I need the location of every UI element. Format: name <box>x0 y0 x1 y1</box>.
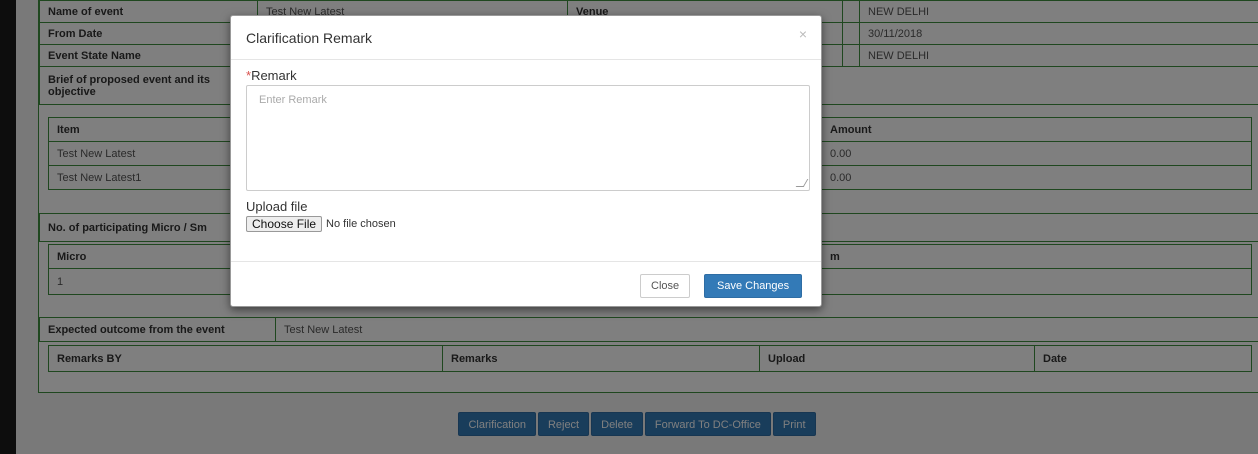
modal-footer: Close Save Changes <box>231 261 821 307</box>
close-button[interactable]: Close <box>640 274 691 298</box>
remark-placeholder: Enter Remark <box>259 94 327 106</box>
upload-file-label: Upload file <box>246 199 308 214</box>
close-icon[interactable]: × <box>799 26 807 42</box>
resize-handle-icon[interactable] <box>795 179 809 187</box>
remark-label-text: Remark <box>251 68 297 83</box>
modal-header: Clarification Remark × <box>231 16 821 60</box>
remark-label: *Remark <box>246 68 297 83</box>
no-file-chosen-text: No file chosen <box>326 218 396 230</box>
save-changes-button[interactable]: Save Changes <box>704 274 803 298</box>
file-input: Choose File No file chosen <box>246 216 396 232</box>
remark-textarea[interactable]: Enter Remark <box>246 85 810 191</box>
choose-file-button[interactable]: Choose File <box>246 216 323 232</box>
modal-title: Clarification Remark <box>246 30 373 46</box>
clarification-remark-modal: Clarification Remark × *Remark Enter Rem… <box>230 15 822 307</box>
